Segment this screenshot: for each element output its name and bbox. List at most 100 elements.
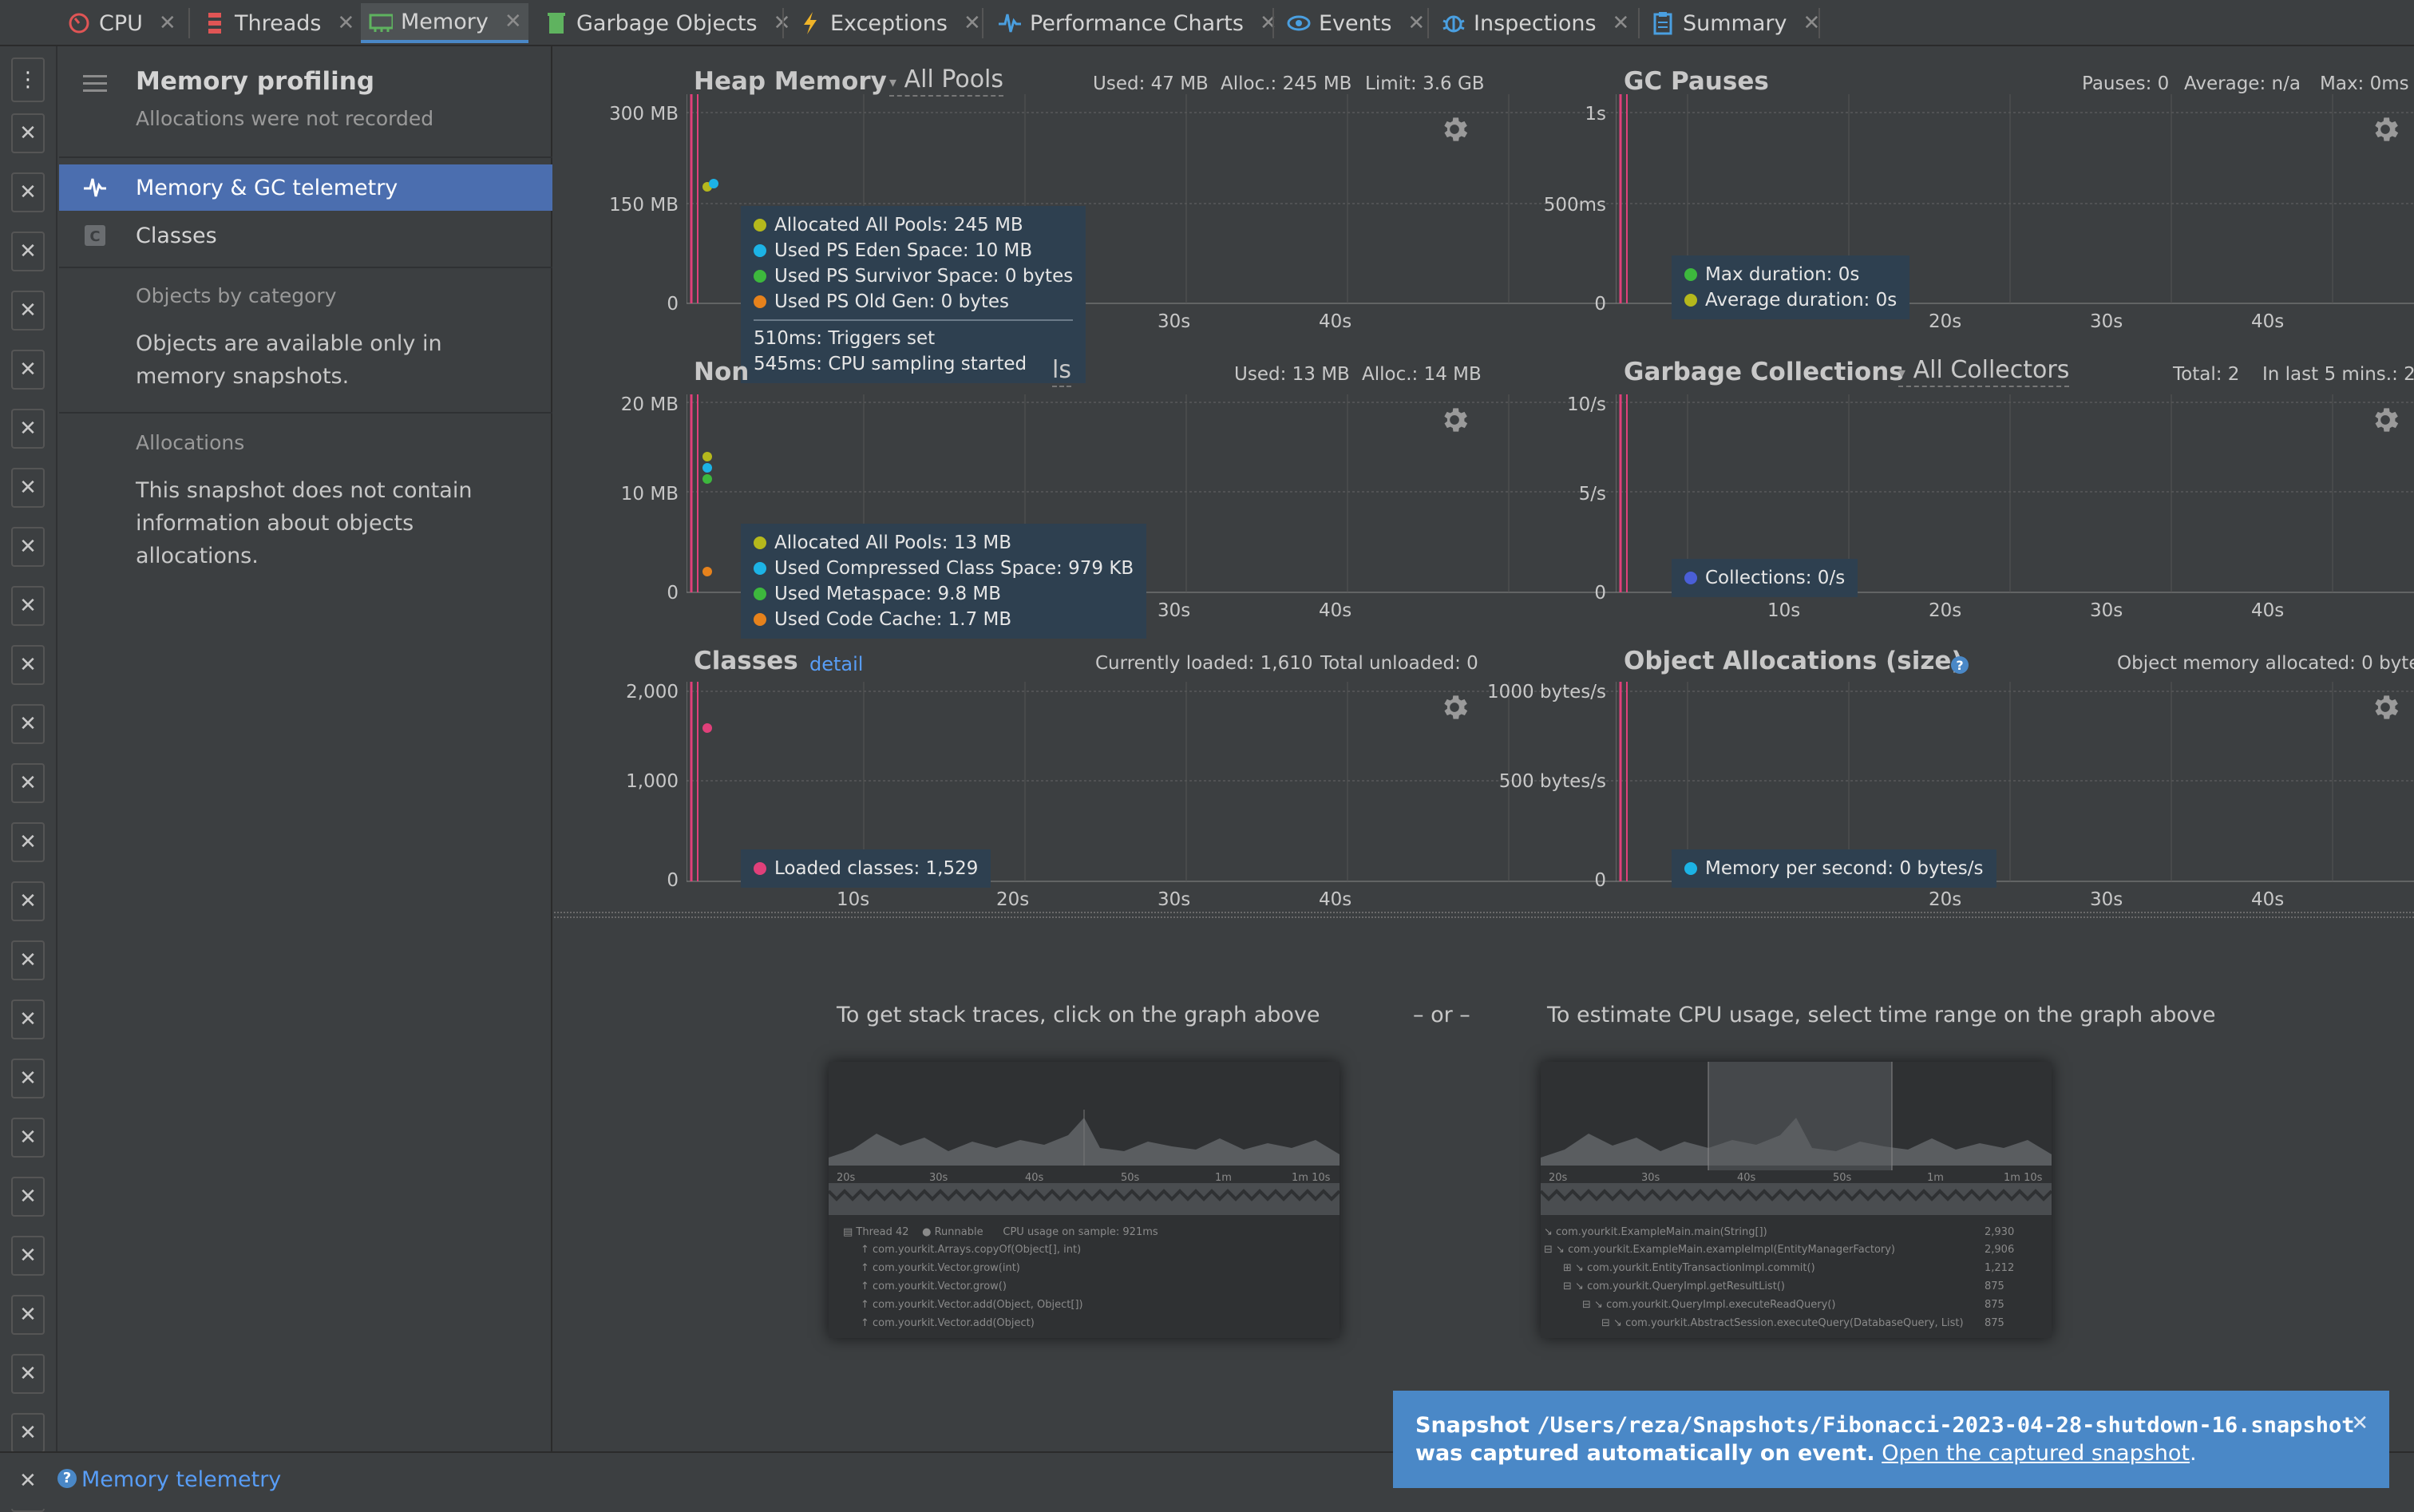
strip-close-button[interactable]: ✕ [11, 291, 45, 331]
strip-close-button[interactable]: ✕ [11, 999, 45, 1039]
strip-close-button[interactable]: ✕ [11, 1177, 45, 1217]
y-tick: 2,000 [626, 682, 679, 703]
nonheap-pool-dropdown[interactable]: ls [1052, 356, 1071, 387]
preview-tick: 20s [1549, 1172, 1568, 1184]
strip-close-button[interactable]: ✕ [11, 350, 45, 390]
obj-alloc-tooltip: Memory per second: 0 bytes/s [1672, 849, 1996, 888]
close-icon[interactable]: ✕ [19, 1469, 37, 1493]
strip-close-button[interactable]: ✕ [11, 1295, 45, 1335]
x-tick: 30s [2090, 889, 2123, 910]
tab-garbage-objects[interactable]: Garbage Objects ✕ [544, 3, 790, 43]
gear-icon[interactable] [2369, 404, 2401, 436]
y-tick: 0 [1594, 583, 1606, 604]
close-icon[interactable]: ✕ [964, 11, 981, 35]
strip-close-button[interactable]: ✕ [11, 586, 45, 626]
strip-close-button[interactable]: ✕ [11, 822, 45, 862]
strip-close-button[interactable]: ✕ [11, 527, 45, 567]
legend-dot [754, 536, 766, 549]
obj-alloc-title: Object Allocations (size) [1624, 647, 1963, 675]
legend-dot [754, 295, 766, 308]
strip-close-button[interactable]: ✕ [11, 645, 45, 685]
close-icon[interactable]: ✕ [1260, 11, 1277, 35]
tooltip-event: 545ms: CPU sampling started [754, 354, 1027, 374]
strip-close-button[interactable]: ✕ [11, 1118, 45, 1158]
help-icon[interactable]: ? [1949, 655, 1970, 675]
tab-exceptions[interactable]: Exceptions ✕ [798, 3, 981, 43]
strip-close-button[interactable]: ✕ [11, 704, 45, 744]
tab-summary[interactable]: Summary ✕ [1651, 3, 1820, 43]
gear-icon[interactable] [2369, 691, 2401, 723]
preview-row-value: 875 [1985, 1317, 2004, 1329]
strip-close-button[interactable]: ✕ [11, 1236, 45, 1276]
tab-events[interactable]: Events ✕ [1287, 3, 1425, 43]
gc-collectors-dropdown[interactable]: ▾ All Collectors [1898, 356, 2070, 387]
class-c-icon: C [83, 224, 107, 247]
help-icon[interactable]: ? [57, 1469, 77, 1488]
tab-label: Threads [235, 10, 322, 36]
tab-threads[interactable]: Threads ✕ [203, 3, 354, 43]
tab-cpu[interactable]: CPU ✕ [67, 3, 176, 43]
preview-tick: 1m 10s [2004, 1172, 2043, 1184]
strip-close-button[interactable]: ✕ [11, 940, 45, 980]
strip-close-button[interactable]: ✕ [11, 881, 45, 921]
x-tick: 30s [2090, 311, 2123, 332]
close-icon[interactable]: ✕ [1613, 11, 1630, 35]
hint-stack-traces: To get stack traces, click on the graph … [837, 1003, 1320, 1027]
preview-thread: Thread 42 [856, 1226, 909, 1238]
close-icon[interactable]: ✕ [159, 11, 176, 35]
gc-pauses-tooltip: Max duration: 0s Average duration: 0s [1672, 255, 1910, 319]
splitter-handle[interactable] [554, 912, 2414, 918]
x-tick: 40s [2251, 889, 2285, 910]
preview-row: ⊟ ↘ com.yourkit.AbstractSession.executeQ… [1601, 1317, 1964, 1329]
strip-close-button[interactable]: ✕ [11, 1059, 45, 1098]
y-tick: 1,000 [626, 771, 679, 792]
preview-tick: 40s [1737, 1172, 1756, 1184]
y-tick: 10/s [1567, 394, 1606, 415]
preview-row: ↑ com.yourkit.Vector.add(Object) [861, 1317, 1035, 1329]
close-icon[interactable]: ✕ [1803, 11, 1820, 35]
status-link[interactable]: Memory telemetry [81, 1467, 281, 1492]
open-snapshot-link[interactable]: Open the captured snapshot [1882, 1441, 2190, 1466]
heap-pool-dropdown[interactable]: ▾ All Pools [889, 65, 1004, 97]
tab-label: Performance Charts [1030, 10, 1244, 36]
tooltip-line: Allocated All Pools: 13 MB [774, 532, 1012, 553]
preview-header: ▤ Thread 42 ● Runnable CPU usage on samp… [843, 1226, 1158, 1238]
more-icon[interactable]: ⋮ [11, 57, 45, 102]
strip-close-button[interactable]: ✕ [11, 1413, 45, 1453]
sidebar-item-classes[interactable]: C Classes [59, 212, 552, 259]
strip-close-button[interactable]: ✕ [11, 232, 45, 271]
strip-close-button[interactable]: ✕ [11, 468, 45, 508]
gear-icon[interactable] [1439, 113, 1470, 145]
sidebar-item-memory-gc-telemetry[interactable]: Memory & GC telemetry [59, 164, 552, 211]
sidebar-item-label: Memory & GC telemetry [136, 175, 398, 200]
svg-text:?: ? [1956, 658, 1963, 673]
strip-close-button[interactable]: ✕ [11, 1354, 45, 1394]
bug-icon [1442, 11, 1466, 35]
close-icon[interactable]: ✕ [2351, 1410, 2368, 1438]
y-tick: 20 MB [620, 394, 679, 415]
tab-memory[interactable]: Memory ✕ [361, 3, 528, 43]
gear-icon[interactable] [1439, 404, 1470, 436]
y-tick: 0 [667, 870, 679, 891]
strip-close-button[interactable]: ✕ [11, 172, 45, 212]
classes-detail-link[interactable]: detail [809, 653, 863, 675]
strip-close-button[interactable]: ✕ [11, 113, 45, 153]
strip-close-button[interactable]: ✕ [11, 409, 45, 449]
preview-row-text: com.yourkit.QueryImpl.getResultList() [1587, 1280, 1785, 1292]
strip-close-button[interactable]: ✕ [11, 763, 45, 803]
gc-pauses-max: Max: 0ms [2320, 73, 2409, 94]
close-icon[interactable]: ✕ [505, 10, 522, 34]
gear-icon[interactable] [2369, 113, 2401, 145]
menu-icon[interactable] [83, 73, 107, 93]
legend-dot [1684, 268, 1697, 281]
gear-icon[interactable] [1439, 691, 1470, 723]
nonheap-pool-label: ls [1052, 356, 1071, 384]
close-icon[interactable]: ✕ [337, 11, 354, 35]
preview-row: ↑ com.yourkit.Arrays.copyOf(Object[], in… [861, 1244, 1082, 1256]
pulse-icon [998, 11, 1022, 35]
close-icon[interactable]: ✕ [1407, 11, 1425, 35]
tab-inspections[interactable]: Inspections ✕ [1442, 3, 1629, 43]
lightning-icon [798, 11, 822, 35]
threads-icon [203, 11, 227, 35]
tab-performance-charts[interactable]: Performance Charts ✕ [998, 3, 1277, 43]
